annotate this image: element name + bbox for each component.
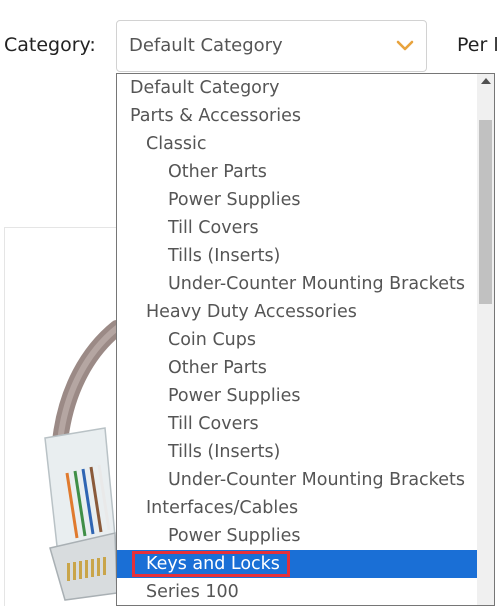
dropdown-option-label: Power Supplies <box>168 526 301 546</box>
product-card[interactable] <box>4 227 116 606</box>
dropdown-option[interactable]: Default Category <box>117 74 494 102</box>
product-image-ethernet-cable <box>44 320 116 601</box>
dropdown-option-label: Series 100 <box>146 582 239 602</box>
dropdown-option[interactable]: Heavy Duty Accessories <box>117 298 494 326</box>
dropdown-option-label: Coin Cups <box>168 330 256 350</box>
scrollbar-thumb[interactable] <box>479 120 492 304</box>
dropdown-option-label: Keys and Locks <box>132 550 290 578</box>
dropdown-option-label: Other Parts <box>168 162 267 182</box>
dropdown-option[interactable]: Power Supplies <box>117 186 494 214</box>
per-page-label: Per l <box>457 34 499 56</box>
dropdown-option-label: Heavy Duty Accessories <box>146 302 357 322</box>
dropdown-option-label: Classic <box>146 134 207 154</box>
dropdown-option[interactable]: Till Covers <box>117 214 494 242</box>
dropdown-option[interactable]: Under-Counter Mounting Brackets <box>117 270 494 298</box>
category-filter-label: Category: <box>4 34 96 56</box>
dropdown-option[interactable]: Other Parts <box>117 158 494 186</box>
dropdown-option-label: Tills (Inserts) <box>168 442 281 462</box>
highlight-box <box>132 551 290 577</box>
dropdown-option[interactable]: Keys and Locks <box>117 550 494 578</box>
dropdown-option-label: Till Covers <box>168 218 259 238</box>
dropdown-option[interactable]: Power Supplies <box>117 522 494 550</box>
dropdown-option[interactable]: Tills (Inserts) <box>117 242 494 270</box>
dropdown-option[interactable]: Parts & Accessories <box>117 102 494 130</box>
category-select-value: Default Category <box>129 35 283 56</box>
dropdown-option[interactable]: Classic <box>117 130 494 158</box>
dropdown-option-label: Till Covers <box>168 414 259 434</box>
dropdown-option-label: Parts & Accessories <box>130 106 301 126</box>
dropdown-option-label: Under-Counter Mounting Brackets <box>168 470 465 490</box>
dropdown-option[interactable]: Tills (Inserts) <box>117 438 494 466</box>
dropdown-option-label: Power Supplies <box>168 386 301 406</box>
dropdown-option[interactable]: Series 100 <box>117 578 494 605</box>
dropdown-option-label: Tills (Inserts) <box>168 246 281 266</box>
scroll-up-arrow-icon[interactable] <box>481 78 491 84</box>
chevron-down-icon <box>396 40 414 51</box>
dropdown-option[interactable]: Under-Counter Mounting Brackets <box>117 466 494 494</box>
dropdown-scrollbar[interactable] <box>477 74 494 605</box>
dropdown-option-label: Other Parts <box>168 358 267 378</box>
dropdown-option[interactable]: Interfaces/Cables <box>117 494 494 522</box>
dropdown-option-label: Interfaces/Cables <box>146 498 299 518</box>
dropdown-option[interactable]: Coin Cups <box>117 326 494 354</box>
category-dropdown-list[interactable]: Default Category Parts & Accessories Class… <box>116 73 495 606</box>
dropdown-option-label: Default Category <box>130 78 280 98</box>
category-select[interactable]: Default Category <box>116 20 427 72</box>
dropdown-option[interactable]: Other Parts <box>117 354 494 382</box>
dropdown-option[interactable]: Till Covers <box>117 410 494 438</box>
dropdown-option[interactable]: Power Supplies <box>117 382 494 410</box>
dropdown-option-label: Power Supplies <box>168 190 301 210</box>
dropdown-option-label: Under-Counter Mounting Brackets <box>168 274 465 294</box>
